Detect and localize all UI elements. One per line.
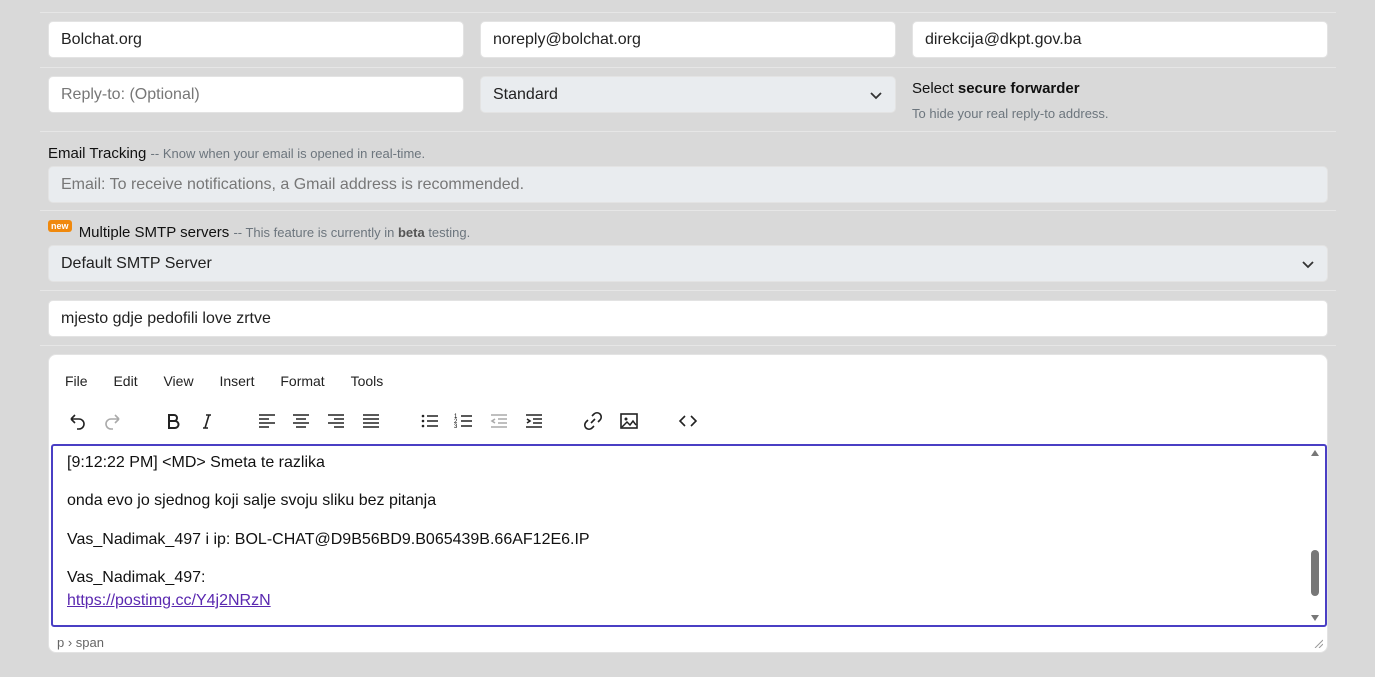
tracking-hint: -- Know when your email is opened in rea… <box>150 146 426 161</box>
to-email-field[interactable]: direkcija@dkpt.gov.ba <box>912 21 1328 58</box>
numbered-list-icon: 123 <box>454 414 472 430</box>
divider <box>40 345 1336 346</box>
menu-format[interactable]: Format <box>276 373 328 389</box>
undo-icon <box>70 414 85 430</box>
menu-tools[interactable]: Tools <box>347 373 388 389</box>
from-email-field[interactable]: noreply@bolchat.org <box>480 21 896 58</box>
divider <box>40 12 1336 13</box>
outdent-icon <box>490 414 507 428</box>
align-right-button[interactable] <box>322 407 350 435</box>
numbered-list-button[interactable]: 123 <box>450 407 478 435</box>
smtp-server-select-value: Default SMTP Server <box>61 255 212 272</box>
indent-button[interactable] <box>520 407 548 435</box>
redo-button[interactable] <box>99 407 127 435</box>
secure-forwarder-hint-text: To hide your real reply-to address. <box>912 106 1109 121</box>
redo-icon <box>105 414 120 430</box>
divider <box>40 290 1336 291</box>
editor-element-path: p › span <box>57 635 104 650</box>
italic-button[interactable] <box>193 407 221 435</box>
content-line: onda evo jo sjednog koji salje svoju sli… <box>67 492 437 509</box>
subject-field[interactable]: mjesto gdje pedofili love zrtve <box>48 300 1328 337</box>
align-justify-icon <box>363 414 379 428</box>
align-right-icon <box>328 414 344 428</box>
divider <box>40 67 1336 68</box>
align-justify-button[interactable] <box>357 407 385 435</box>
secure-forwarder-hint: To hide your real reply-to address. <box>912 105 1109 122</box>
content-line: [9:12:22 PM] <MD> Smeta te razlika <box>67 454 325 471</box>
scroll-up-icon[interactable] <box>1311 450 1319 456</box>
source-code-icon <box>678 415 698 427</box>
tracking-label-text: Email Tracking <box>48 145 147 162</box>
smtp-hint-pre: -- This feature is currently in <box>233 225 395 240</box>
tracking-email-field[interactable]: Email: To receive notifications, a Gmail… <box>48 166 1328 203</box>
link-button[interactable] <box>579 407 607 435</box>
smtp-hint-bold: beta <box>397 225 425 240</box>
editor-content-area[interactable]: [9:12:22 PM] <MD> Smeta te razlika onda … <box>51 444 1327 627</box>
align-left-button[interactable] <box>253 407 281 435</box>
menu-view[interactable]: View <box>159 373 197 389</box>
source-code-button[interactable] <box>674 407 702 435</box>
menu-insert[interactable]: Insert <box>215 373 258 389</box>
menu-file[interactable]: File <box>61 373 92 389</box>
image-icon <box>620 413 638 429</box>
align-left-icon <box>259 414 275 428</box>
bold-button[interactable] <box>159 407 187 435</box>
content-line: Vas_Nadimak_497: <box>67 569 206 586</box>
resize-handle-icon[interactable] <box>1313 638 1323 648</box>
smtp-hint-post: testing. <box>428 225 471 240</box>
align-center-icon <box>293 414 309 428</box>
bullet-list-icon <box>421 414 438 428</box>
secure-forwarder-prefix: Select <box>912 80 954 97</box>
outdent-button[interactable] <box>485 407 513 435</box>
secure-forwarder-strong: secure forwarder <box>957 80 1080 97</box>
editor-menubar: File Edit View Insert Format Tools <box>61 373 401 389</box>
scroll-down-icon[interactable] <box>1311 615 1319 621</box>
reply-to-field[interactable]: Reply-to: (Optional) <box>48 76 464 113</box>
chevron-down-icon <box>870 92 882 100</box>
italic-icon <box>203 414 211 429</box>
align-center-button[interactable] <box>287 407 315 435</box>
smtp-server-select[interactable]: Default SMTP Server <box>48 245 1328 282</box>
content-line: Vas_Nadimak_497 i ip: BOL-CHAT@D9B56BD9.… <box>67 531 590 548</box>
undo-button[interactable] <box>63 407 91 435</box>
priority-select-value: Standard <box>493 86 558 103</box>
divider <box>40 210 1336 211</box>
editor-scrollbar[interactable] <box>1311 446 1323 625</box>
priority-select[interactable]: Standard <box>480 76 896 113</box>
from-name-field[interactable]: Bolchat.org <box>48 21 464 58</box>
tracking-label: Email Tracking -- Know when your email i… <box>48 145 425 162</box>
scroll-thumb[interactable] <box>1311 550 1319 596</box>
indent-icon <box>526 414 542 428</box>
rich-text-editor: File Edit View Insert Format Tools 1 2 3… <box>48 354 1328 653</box>
svg-text:3: 3 <box>454 424 458 430</box>
new-badge: new <box>48 220 72 232</box>
link-icon <box>583 411 603 431</box>
bullet-list-button[interactable] <box>416 407 444 435</box>
content-link[interactable]: https://postimg.cc/Y4j2NRzN <box>67 592 271 609</box>
chevron-down-icon <box>1302 261 1314 269</box>
image-button[interactable] <box>615 407 643 435</box>
smtp-label: new Multiple SMTP servers -- This featur… <box>48 220 471 241</box>
divider <box>40 131 1336 132</box>
bold-icon <box>168 414 180 429</box>
menu-edit[interactable]: Edit <box>109 373 141 389</box>
smtp-label-text: Multiple SMTP servers <box>78 224 230 241</box>
secure-forwarder-link[interactable]: Select secure forwarder <box>912 80 1080 97</box>
